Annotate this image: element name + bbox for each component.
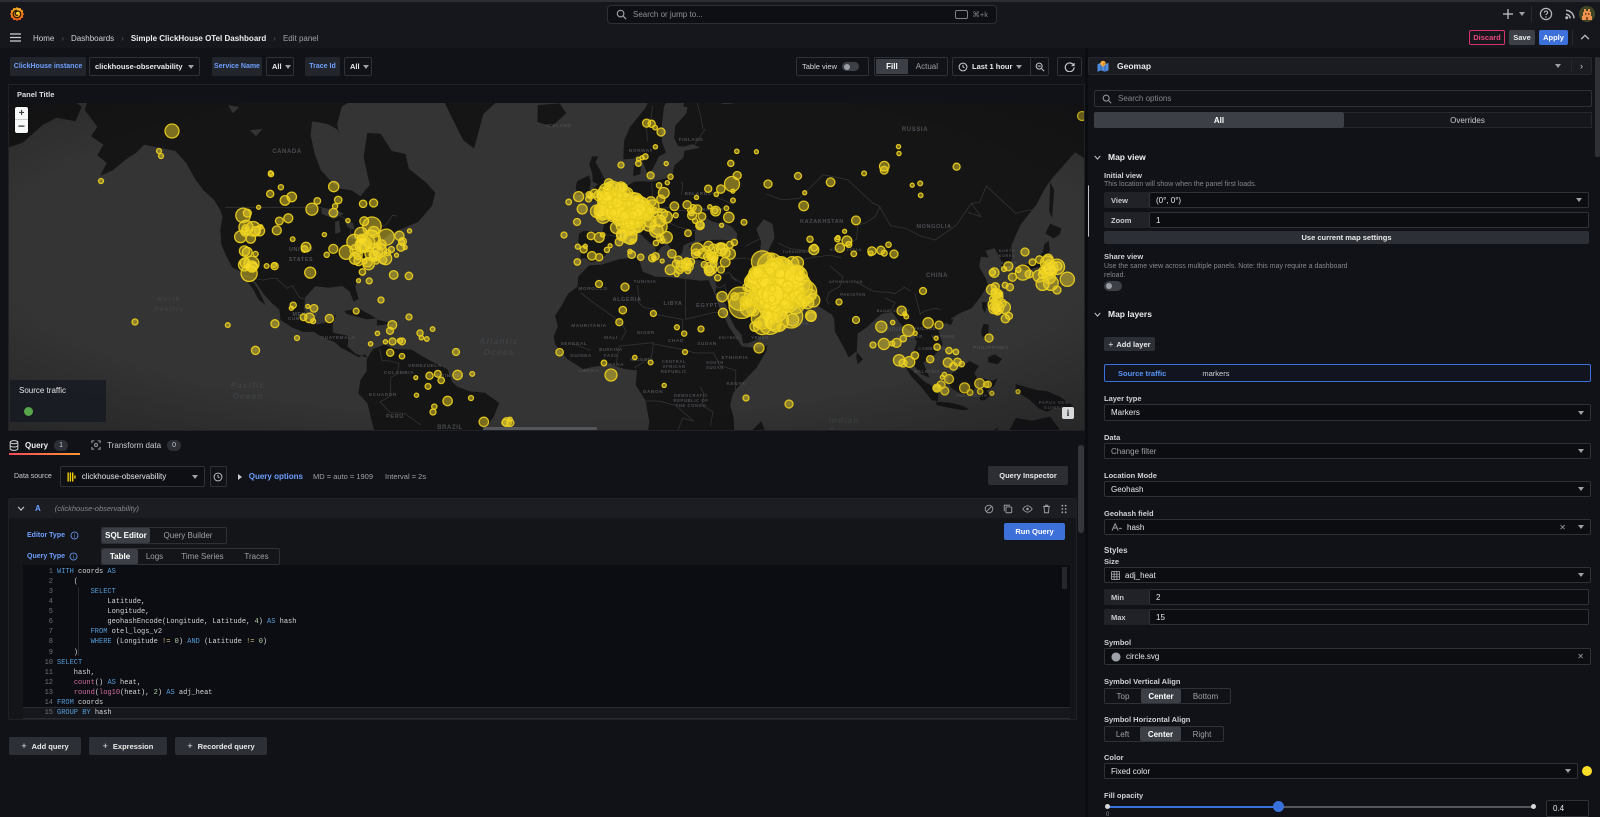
svg-text:PAKISTAN: PAKISTAN xyxy=(840,292,866,297)
svg-text:FASO: FASO xyxy=(604,353,618,358)
svg-text:i: i xyxy=(74,533,75,539)
svg-text:BRAZIL: BRAZIL xyxy=(437,425,463,430)
svg-text:VENEZUELA: VENEZUELA xyxy=(408,363,442,368)
svg-text:SUDAN: SUDAN xyxy=(706,365,724,370)
svg-text:NIGER: NIGER xyxy=(637,330,655,335)
svg-text:FINLAND: FINLAND xyxy=(679,137,704,142)
svg-text:BURKINA: BURKINA xyxy=(599,347,623,352)
svg-text:EGYPT: EGYPT xyxy=(696,303,718,309)
svg-text:Ocean: Ocean xyxy=(829,427,860,430)
svg-text:TUNISIA: TUNISIA xyxy=(634,279,657,284)
svg-text:REPUBLIC: REPUBLIC xyxy=(661,369,687,374)
svg-text:KOREA: KOREA xyxy=(999,254,1016,258)
svg-text:Ocean: Ocean xyxy=(484,348,515,357)
svg-text:LIBERIA: LIBERIA xyxy=(579,368,600,373)
svg-text:CAMBODIA: CAMBODIA xyxy=(918,346,946,351)
svg-text:NORWAY: NORWAY xyxy=(629,148,653,153)
svg-text:LIBYA: LIBYA xyxy=(664,301,683,307)
svg-text:GUINEA: GUINEA xyxy=(570,353,592,358)
svg-text:YEMEN: YEMEN xyxy=(751,335,769,340)
svg-text:MALI: MALI xyxy=(604,335,618,340)
svg-text:MOROCCO: MOROCCO xyxy=(578,286,607,291)
svg-text:CHINA: CHINA xyxy=(926,273,948,279)
svg-text:Ocean: Ocean xyxy=(233,392,264,401)
svg-text:ETHIOPIA: ETHIOPIA xyxy=(722,355,749,360)
svg-text:RUSSIA: RUSSIA xyxy=(902,127,928,133)
svg-text:Pacific: Pacific xyxy=(231,381,266,390)
svg-text:AFGHANISTAN: AFGHANISTAN xyxy=(829,280,863,284)
svg-text:PHILIPPINES: PHILIPPINES xyxy=(973,345,1009,350)
svg-text:MALAYSIA: MALAYSIA xyxy=(914,369,940,374)
svg-text:i: i xyxy=(73,554,74,560)
svg-text:SUDAN: SUDAN xyxy=(697,341,717,346)
svg-text:GUINEA: GUINEA xyxy=(1044,405,1064,410)
svg-text:STATES: STATES xyxy=(289,257,313,263)
svg-text:CHAD: CHAD xyxy=(668,338,684,343)
svg-text:NORTH: NORTH xyxy=(999,249,1016,253)
svg-text:KENYA: KENYA xyxy=(727,381,746,386)
svg-text:PERU: PERU xyxy=(386,414,404,420)
svg-text:INDIA: INDIA xyxy=(885,327,903,333)
svg-text:ECUADOR: ECUADOR xyxy=(369,392,397,397)
svg-text:MONGOLIA: MONGOLIA xyxy=(916,224,951,230)
svg-text:CANADA: CANADA xyxy=(272,149,302,155)
svg-text:Atlantic: Atlantic xyxy=(478,337,518,346)
svg-text:ERITREA: ERITREA xyxy=(719,336,740,340)
svg-text:SENEGAL: SENEGAL xyxy=(561,341,588,346)
svg-text:THE CONGO: THE CONGO xyxy=(676,403,707,408)
svg-text:GABON: GABON xyxy=(643,389,663,394)
svg-text:COLOMBIA: COLOMBIA xyxy=(384,370,414,375)
svg-text:Pacific: Pacific xyxy=(154,306,184,313)
svg-text:GUATEMALA: GUATEMALA xyxy=(321,335,356,340)
svg-text:ICELAND: ICELAND xyxy=(546,123,571,128)
svg-text:North: North xyxy=(157,296,181,303)
svg-text:MAURITANIA: MAURITANIA xyxy=(571,323,606,328)
svg-text:Indian: Indian xyxy=(828,416,859,425)
svg-text:KAZAKHSTAN: KAZAKHSTAN xyxy=(800,219,844,225)
svg-text:ALGERIA: ALGERIA xyxy=(613,297,642,303)
